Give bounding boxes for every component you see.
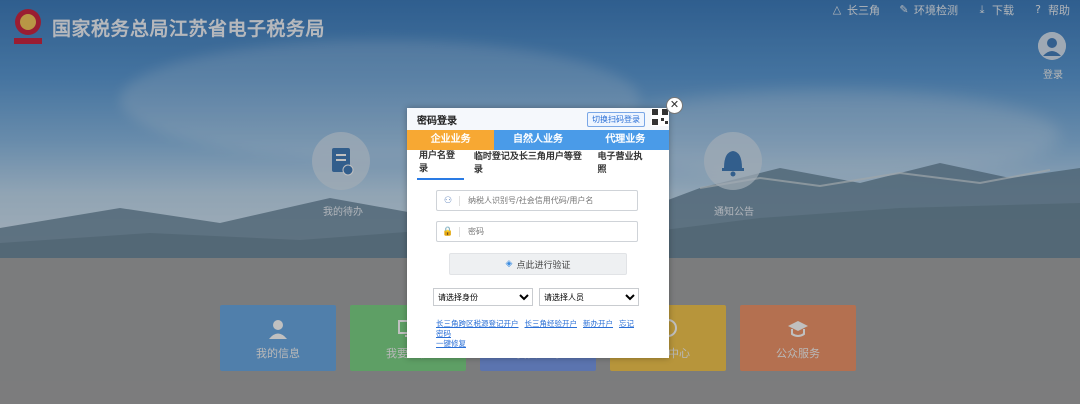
verify-button[interactable]: ◈ 点此进行验证	[449, 253, 627, 275]
link-one-click-fix[interactable]: 一键修复	[436, 339, 466, 348]
switch-qr-login-button[interactable]: 切换扫码登录	[587, 111, 645, 127]
role-selects: 请选择身份 请选择人员	[433, 288, 639, 306]
lock-icon: 🔒	[437, 226, 460, 237]
verify-shield-icon: ◈	[505, 259, 513, 269]
user-icon: ⚇	[437, 195, 460, 206]
password-field: 🔒	[436, 221, 638, 242]
subtab-business-license[interactable]: 电子营业执照	[596, 145, 652, 179]
dialog-links: 长三角跨区税源登记开户 长三角经验开户 新办开户 忘记密码 一键修复	[436, 319, 641, 349]
identity-select[interactable]: 请选择身份	[433, 288, 533, 306]
person-select[interactable]: 请选择人员	[539, 288, 639, 306]
login-dialog: 密码登录 切换扫码登录 企业业务 自然人业务 代理业务 用户名登录 临时登记及长…	[407, 108, 669, 358]
verify-label: 点此进行验证	[516, 260, 571, 271]
password-input[interactable]	[466, 226, 630, 237]
login-method-tabs: 用户名登录 临时登记及长三角用户等登录 电子营业执照	[407, 150, 669, 180]
dialog-title: 密码登录	[417, 115, 457, 127]
username-input[interactable]	[466, 195, 630, 206]
qr-code-icon[interactable]	[651, 108, 669, 126]
dialog-header: 密码登录 切换扫码登录	[407, 108, 669, 130]
username-field: ⚇	[436, 190, 638, 211]
subtab-username[interactable]: 用户名登录	[417, 144, 464, 180]
close-dialog-icon[interactable]: ✕	[666, 97, 683, 114]
subtab-temp-register[interactable]: 临时登记及长三角用户等登录	[472, 145, 588, 179]
link-delta-experience-open[interactable]: 长三角经验开户	[525, 319, 578, 328]
link-cross-region-register[interactable]: 长三角跨区税源登记开户	[436, 319, 519, 328]
link-new-open[interactable]: 新办开户	[583, 319, 613, 328]
